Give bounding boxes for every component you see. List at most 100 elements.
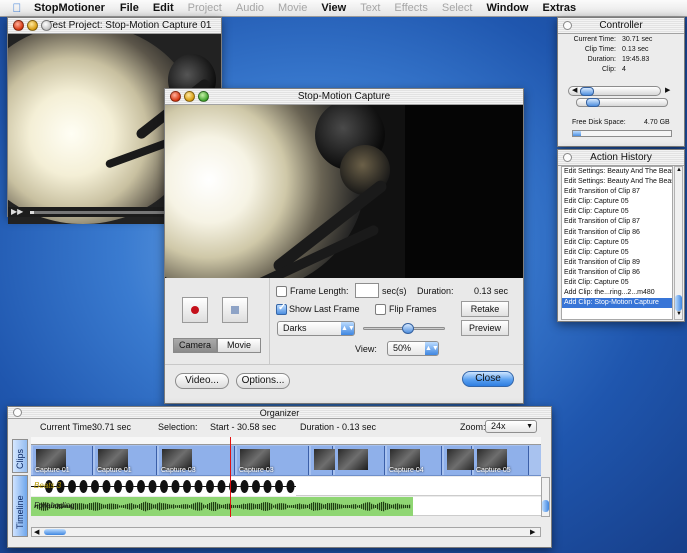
position-slider-knob[interactable] bbox=[580, 87, 594, 96]
preview-button[interactable]: Preview bbox=[461, 320, 509, 336]
flip-frames-checkbox[interactable] bbox=[375, 304, 386, 315]
vertical-scroll-thumb[interactable] bbox=[542, 500, 549, 512]
tab-camera[interactable]: Camera bbox=[173, 338, 217, 353]
right-arrow-icon[interactable]: ▶ bbox=[665, 86, 670, 94]
clip-slider-knob[interactable] bbox=[586, 98, 600, 107]
waveform-sample bbox=[203, 504, 205, 509]
scroll-up-icon[interactable]: ▲ bbox=[676, 167, 682, 173]
history-item[interactable]: Edit Clip: Capture 05 bbox=[562, 197, 672, 207]
left-arrow-icon[interactable]: ◀ bbox=[572, 86, 577, 94]
timeline-ruler[interactable] bbox=[31, 437, 541, 445]
menu-project[interactable]: Project bbox=[181, 2, 229, 14]
selection-label: Selection: bbox=[158, 422, 198, 432]
menu-edit[interactable]: Edit bbox=[146, 2, 181, 14]
history-item[interactable]: Edit Clip: Capture 05 bbox=[562, 238, 672, 248]
menu-app-name[interactable]: StopMotioner bbox=[28, 2, 113, 14]
timeline-clip[interactable]: Capture 01 bbox=[95, 446, 157, 475]
timeline-clip[interactable] bbox=[444, 446, 477, 475]
waveform-sample bbox=[249, 503, 251, 510]
history-item[interactable]: Edit Clip: Capture 05 bbox=[562, 207, 672, 217]
retake-button[interactable]: Retake bbox=[461, 301, 509, 317]
history-titlebar[interactable]: Action History bbox=[558, 150, 684, 166]
waveform-sample bbox=[81, 503, 83, 510]
tab-clips[interactable]: Clips bbox=[12, 439, 28, 473]
menu-extras[interactable]: Extras bbox=[536, 2, 584, 14]
history-scrollbar[interactable]: ▲ ▼ bbox=[674, 166, 683, 320]
capture-window-titlebar[interactable]: Stop-Motion Capture bbox=[165, 89, 523, 105]
minimize-icon[interactable] bbox=[27, 20, 38, 31]
close-icon[interactable] bbox=[170, 91, 181, 102]
history-scroll-thumb[interactable] bbox=[675, 295, 682, 311]
history-item[interactable]: Edit Transition of Clip 87 bbox=[562, 217, 672, 227]
menu-audio[interactable]: Audio bbox=[229, 2, 271, 14]
timeline-clip[interactable]: Capture 03 bbox=[237, 446, 309, 475]
waveform-sample bbox=[371, 503, 373, 510]
menu-window[interactable]: Window bbox=[479, 2, 535, 14]
audio-clip-1[interactable]: Beats 3 bbox=[31, 477, 296, 496]
playhead[interactable] bbox=[230, 437, 231, 517]
menu-view[interactable]: View bbox=[314, 2, 353, 14]
timeline-clip[interactable] bbox=[311, 446, 344, 475]
history-item[interactable]: Edit Transition of Clip 86 bbox=[562, 228, 672, 238]
scroll-left-icon[interactable]: ◀ bbox=[34, 528, 39, 536]
menu-text[interactable]: Text bbox=[353, 2, 387, 14]
audio-clip-2[interactable]: Foreboding bbox=[31, 497, 413, 516]
close-icon[interactable] bbox=[13, 408, 22, 417]
stop-button[interactable] bbox=[222, 297, 248, 323]
history-item[interactable]: Edit Transition of Clip 87 bbox=[562, 187, 672, 197]
video-settings-button[interactable]: Video... bbox=[175, 373, 229, 389]
history-item[interactable]: Edit Transition of Clip 89 bbox=[562, 258, 672, 268]
close-icon[interactable] bbox=[13, 20, 24, 31]
frame-length-field[interactable] bbox=[355, 283, 379, 298]
timeline-clip[interactable]: Capture 03 bbox=[159, 446, 235, 475]
waveform-sample bbox=[187, 504, 189, 509]
close-icon[interactable] bbox=[563, 153, 572, 162]
controller-titlebar[interactable]: Controller bbox=[558, 18, 684, 34]
menu-select[interactable]: Select bbox=[435, 2, 480, 14]
history-item[interactable]: Edit Settings: Beauty And The Beast bbox=[562, 167, 672, 177]
timeline-clip[interactable]: Capture 04 bbox=[387, 446, 442, 475]
history-item[interactable]: Edit Clip: Capture 05 bbox=[562, 278, 672, 288]
timeline-clip[interactable]: Capture 05 bbox=[474, 446, 529, 475]
history-item[interactable]: Add Clip: Stop-Motion Capture bbox=[562, 298, 672, 309]
options-button[interactable]: Options... bbox=[236, 373, 290, 389]
timeline-vertical-scrollbar[interactable] bbox=[541, 477, 550, 517]
volume-icon[interactable]: ▶▶ bbox=[11, 207, 23, 216]
history-item[interactable]: Edit Clip: Capture 05 bbox=[562, 248, 672, 258]
history-item[interactable]: Edit Settings: Beauty And The Beast bbox=[562, 177, 672, 187]
history-item[interactable]: Add Clip: the...ring...2...m480 bbox=[562, 288, 672, 298]
zoom-select[interactable]: 24x ▼ bbox=[485, 420, 537, 433]
menu-effects[interactable]: Effects bbox=[387, 2, 434, 14]
scroll-down-icon[interactable]: ▼ bbox=[676, 311, 682, 317]
waveform-sample bbox=[239, 504, 241, 509]
waveform-sample bbox=[323, 504, 325, 509]
project-window-titlebar[interactable]: Test Project: Stop-Motion Capture 01 bbox=[8, 18, 221, 34]
close-button[interactable]: Close bbox=[462, 371, 514, 387]
view-select[interactable]: 50% ▲▼ bbox=[387, 341, 439, 356]
history-item[interactable]: Edit Transition of Clip 86 bbox=[562, 268, 672, 278]
zoom-icon[interactable] bbox=[41, 20, 52, 31]
frame-length-checkbox[interactable] bbox=[276, 286, 287, 297]
zoom-icon[interactable] bbox=[198, 91, 209, 102]
close-icon[interactable] bbox=[563, 21, 572, 30]
timeline-horizontal-scrollbar[interactable]: ◀ ▶ bbox=[31, 527, 541, 537]
show-last-frame-checkbox[interactable] bbox=[276, 302, 287, 315]
menu-movie[interactable]: Movie bbox=[271, 2, 314, 14]
organizer-titlebar[interactable]: Organizer bbox=[8, 407, 551, 419]
apple-icon[interactable]:  bbox=[6, 1, 28, 15]
waveform-beat bbox=[79, 480, 88, 493]
scroll-right-icon[interactable]: ▶ bbox=[530, 528, 535, 536]
waveform-sample bbox=[151, 503, 153, 510]
menu-file[interactable]: File bbox=[113, 2, 146, 14]
darks-select[interactable]: Darks ▲▼ bbox=[277, 321, 355, 336]
tab-timeline[interactable]: Timeline bbox=[12, 475, 28, 537]
minimize-icon[interactable] bbox=[184, 91, 195, 102]
horizontal-scroll-thumb[interactable] bbox=[44, 529, 66, 535]
opacity-slider-knob[interactable] bbox=[402, 323, 415, 334]
record-button[interactable] bbox=[182, 297, 208, 323]
timeline-clip[interactable] bbox=[335, 446, 385, 475]
waveform-sample bbox=[245, 504, 247, 509]
timeline-clip[interactable]: Capture 01 bbox=[33, 446, 93, 475]
tab-movie[interactable]: Movie bbox=[217, 338, 261, 353]
waveform-sample bbox=[173, 504, 175, 509]
